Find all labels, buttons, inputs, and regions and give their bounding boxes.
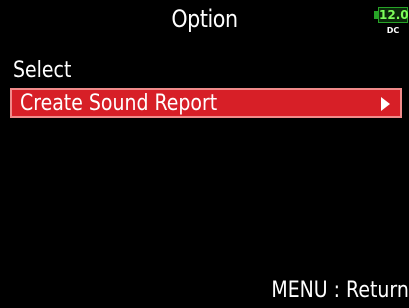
menu-item-create-sound-report[interactable]: Create Sound Report [10,88,402,118]
page-title: Option [171,5,238,33]
battery-icon: 12.0 [378,7,409,23]
chevron-right-icon [381,97,390,111]
section-label: Select [13,58,72,83]
power-source-label: DC [386,26,400,35]
menu-item-label: Create Sound Report [20,91,218,116]
power-indicator: 12.0 DC [373,6,409,46]
battery-voltage: 12.0 [379,8,409,22]
footer-hint-return: MENU : Return [271,278,409,303]
device-screen: Option 12.0 DC Select Create Sound Repor… [0,0,409,308]
